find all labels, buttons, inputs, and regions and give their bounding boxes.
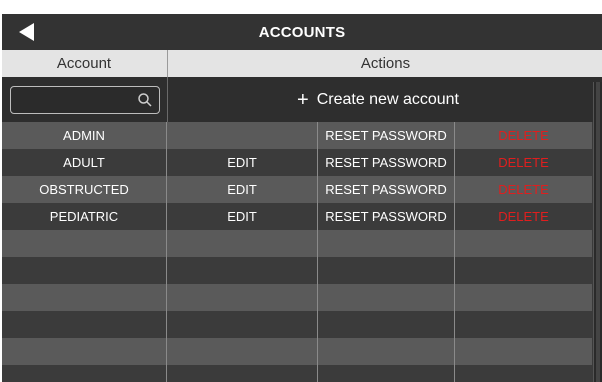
column-header: Account Actions	[2, 50, 602, 77]
search-icon	[138, 93, 152, 107]
accounts-rows: ADMIN RESET PASSWORD DELETE ADULT EDIT R…	[2, 122, 592, 382]
empty-row	[2, 338, 592, 365]
reset-password-button[interactable]: RESET PASSWORD	[318, 149, 455, 176]
empty-cell	[455, 257, 592, 284]
edit-button[interactable]: EDIT	[167, 149, 318, 176]
reset-password-button[interactable]: RESET PASSWORD	[318, 176, 455, 203]
empty-cell	[318, 365, 455, 382]
empty-cell	[2, 338, 167, 365]
account-name: ADMIN	[2, 122, 167, 149]
empty-cell	[2, 365, 167, 382]
delete-button[interactable]: DELETE	[455, 149, 592, 176]
delete-label: DELETE	[498, 155, 549, 170]
empty-cell	[455, 365, 592, 382]
column-header-actions: Actions	[167, 50, 602, 77]
empty-cell	[167, 230, 318, 257]
empty-cell	[455, 230, 592, 257]
reset-password-button[interactable]: RESET PASSWORD	[318, 122, 455, 149]
account-name: ADULT	[2, 149, 167, 176]
empty-cell	[167, 365, 318, 382]
table-toolbar: + Create new account	[2, 77, 602, 122]
empty-row	[2, 311, 592, 338]
reset-password-button[interactable]: RESET PASSWORD	[318, 203, 455, 230]
edit-cell	[167, 122, 318, 149]
empty-row	[2, 284, 592, 311]
table-row[interactable]: ADMIN RESET PASSWORD DELETE	[2, 122, 592, 149]
accounts-screen: ACCOUNTS Account Actions + Create new ac…	[0, 0, 602, 382]
empty-cell	[318, 257, 455, 284]
edit-button[interactable]: EDIT	[167, 176, 318, 203]
delete-label: DELETE	[498, 128, 549, 143]
delete-button[interactable]: DELETE	[455, 176, 592, 203]
delete-label: DELETE	[498, 182, 549, 197]
empty-cell	[318, 230, 455, 257]
empty-row	[2, 365, 592, 382]
table-row[interactable]: ADULT EDIT RESET PASSWORD DELETE	[2, 149, 592, 176]
column-header-account: Account	[56, 55, 112, 72]
search-input[interactable]	[17, 90, 131, 112]
create-account-button[interactable]: + Create new account	[167, 77, 588, 122]
empty-cell	[318, 338, 455, 365]
empty-row	[2, 230, 592, 257]
empty-cell	[318, 284, 455, 311]
edit-button[interactable]: EDIT	[167, 203, 318, 230]
account-name: PEDIATRIC	[2, 203, 167, 230]
accounts-table: + Create new account ADMIN RESET PASSWOR…	[2, 77, 602, 382]
table-row[interactable]: PEDIATRIC EDIT RESET PASSWORD DELETE	[2, 203, 592, 230]
empty-cell	[167, 284, 318, 311]
empty-cell	[2, 257, 167, 284]
empty-cell	[2, 230, 167, 257]
empty-cell	[167, 257, 318, 284]
delete-button[interactable]: DELETE	[455, 122, 592, 149]
empty-row	[2, 257, 592, 284]
scrollbar-thumb[interactable]	[596, 82, 600, 382]
scrollbar[interactable]	[593, 82, 602, 382]
empty-cell	[318, 311, 455, 338]
empty-cell	[455, 338, 592, 365]
table-row[interactable]: OBSTRUCTED EDIT RESET PASSWORD DELETE	[2, 176, 592, 203]
delete-button[interactable]: DELETE	[455, 203, 592, 230]
empty-cell	[455, 284, 592, 311]
plus-icon: +	[297, 88, 309, 111]
page-title: ACCOUNTS	[258, 23, 346, 41]
empty-cell	[2, 311, 167, 338]
account-name: OBSTRUCTED	[2, 176, 167, 203]
empty-cell	[455, 311, 592, 338]
search-box[interactable]	[10, 86, 160, 114]
title-bar: ACCOUNTS	[2, 14, 602, 50]
empty-cell	[167, 338, 318, 365]
create-account-label: Create new account	[316, 90, 459, 108]
empty-cell	[2, 284, 167, 311]
empty-cell	[167, 311, 318, 338]
delete-label: DELETE	[498, 209, 549, 224]
